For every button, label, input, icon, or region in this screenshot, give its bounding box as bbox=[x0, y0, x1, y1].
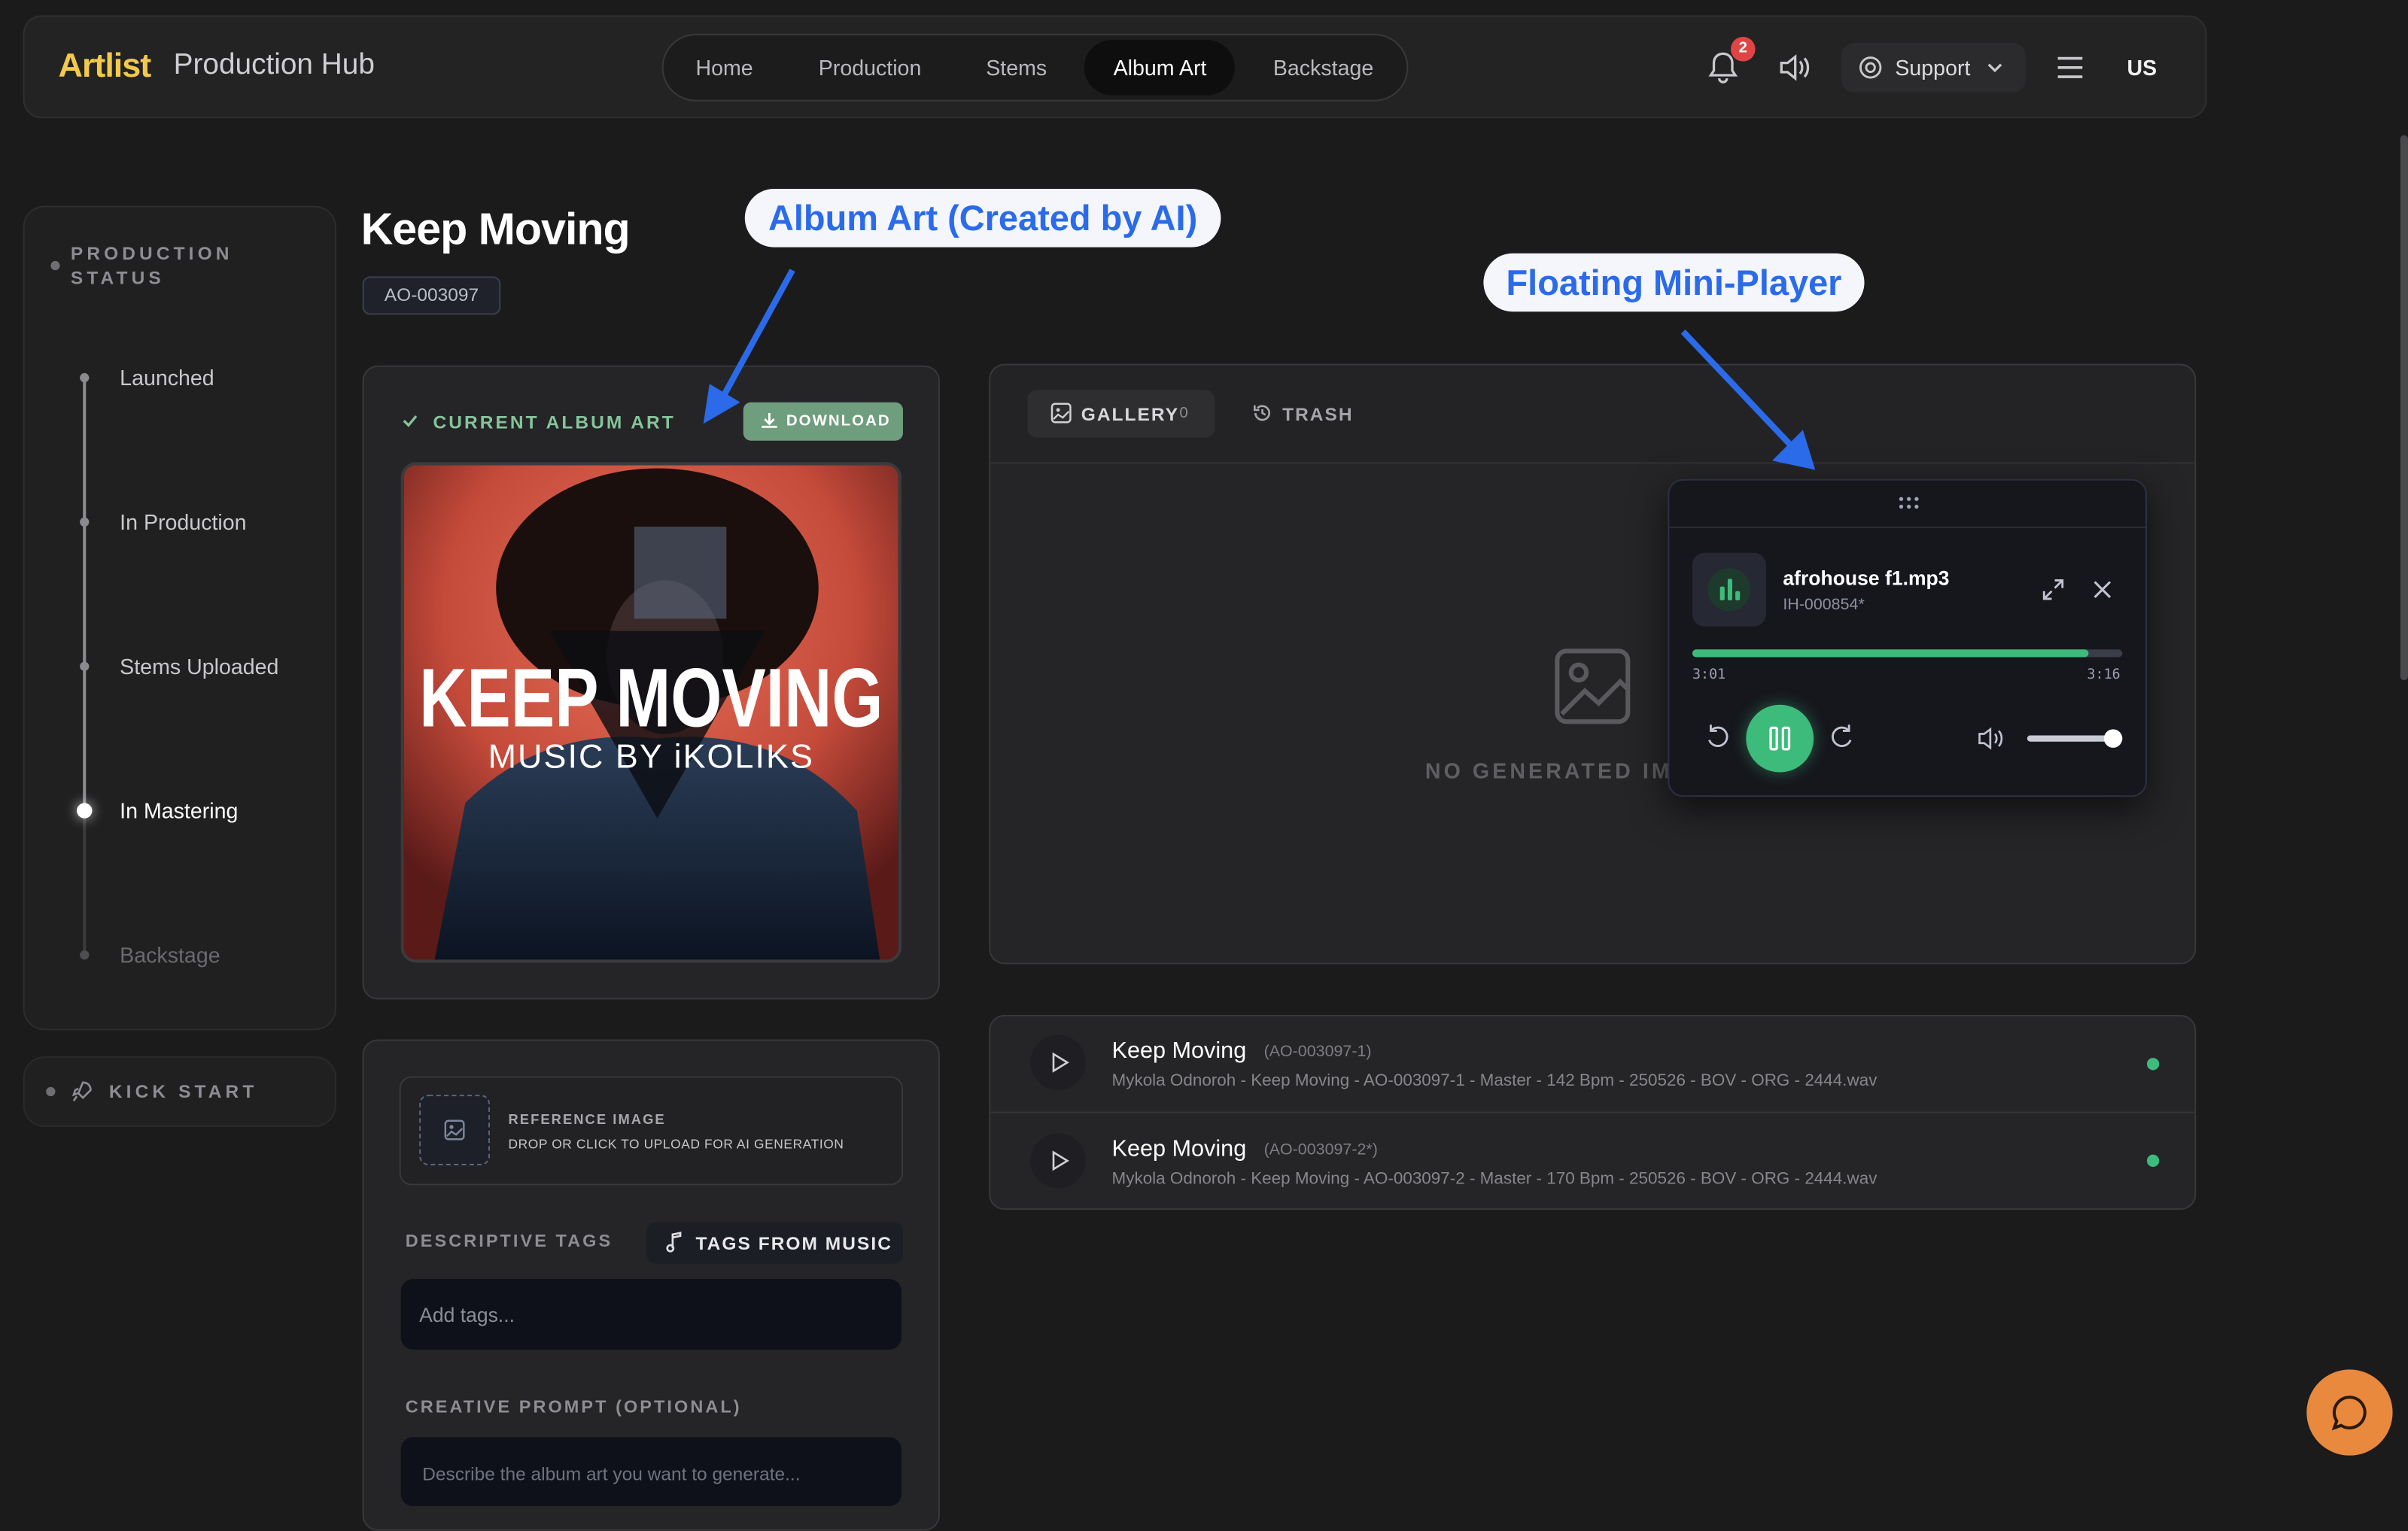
download-label: DOWNLOAD bbox=[786, 412, 891, 430]
step-in-production: In Production bbox=[120, 509, 247, 535]
image-upload-icon bbox=[444, 1119, 465, 1141]
track-file-name: Mykola Odnoroh - Keep Moving - AO-003097… bbox=[1111, 1170, 1877, 1189]
gallery-count: 0 bbox=[1179, 405, 1188, 423]
callout-mini-player: Floating Mini-Player bbox=[1483, 253, 1865, 312]
tab-gallery-label: GALLERY bbox=[1081, 403, 1180, 426]
step-stems-uploaded: Stems Uploaded bbox=[120, 654, 279, 679]
volume-fill bbox=[2026, 735, 2113, 742]
reference-image-hint: DROP OR CLICK TO UPLOAD FOR AI GENERATIO… bbox=[508, 1136, 844, 1152]
status-track-progress bbox=[83, 374, 87, 811]
player-track-code: IH-000854* bbox=[1783, 595, 1865, 615]
close-icon[interactable] bbox=[2093, 580, 2112, 598]
callout-arrow-icon bbox=[1680, 330, 1816, 470]
image-icon bbox=[1050, 402, 1072, 424]
track-code: (AO-003097-2*) bbox=[1263, 1141, 1378, 1159]
total-duration: 3:16 bbox=[2087, 667, 2121, 684]
chat-bubble-icon bbox=[2331, 1396, 2367, 1431]
support-label: Support bbox=[1895, 55, 1971, 80]
volume-knob[interactable] bbox=[2103, 729, 2122, 748]
drag-handle-icon[interactable] bbox=[1898, 496, 1920, 511]
expand-icon[interactable] bbox=[2042, 579, 2064, 600]
album-cover-artwork: KEEP MOVING MUSIC BY iKOLIKS bbox=[403, 465, 898, 960]
kick-bullet bbox=[46, 1086, 56, 1097]
creative-prompt-label: CREATIVE PROMPT (OPTIONAL) bbox=[405, 1399, 742, 1417]
music-note-icon bbox=[666, 1232, 682, 1253]
track-status-dot bbox=[2147, 1154, 2160, 1168]
album-art-image[interactable]: KEEP MOVING MUSIC BY iKOLIKS bbox=[400, 462, 901, 963]
progress-fill bbox=[1692, 649, 2088, 658]
cover-subtitle-text: MUSIC BY iKOLIKS bbox=[488, 737, 814, 775]
rewind-icon[interactable] bbox=[1704, 723, 1729, 751]
kick-start-label: KICK START bbox=[108, 1080, 258, 1103]
track-file-name: Mykola Odnoroh - Keep Moving - AO-003097… bbox=[1111, 1071, 1877, 1090]
production-status-panel bbox=[23, 205, 336, 1031]
empty-image-icon bbox=[1555, 649, 1631, 724]
lifebuoy-icon bbox=[1859, 56, 1882, 79]
callout-arrow-icon bbox=[703, 269, 795, 424]
nav-backstage[interactable]: Backstage bbox=[1273, 55, 1373, 80]
rocket-icon bbox=[71, 1081, 92, 1101]
reference-image-title: REFERENCE IMAGE bbox=[508, 1111, 666, 1127]
track-code: (AO-003097-1) bbox=[1263, 1042, 1372, 1062]
step-dot bbox=[80, 950, 90, 960]
nav-album-art[interactable]: Album Art bbox=[1114, 55, 1207, 80]
play-icon bbox=[1052, 1052, 1069, 1073]
callout-album-art: Album Art (Created by AI) bbox=[744, 189, 1221, 248]
notification-badge: 2 bbox=[1730, 36, 1756, 62]
step-dot bbox=[80, 517, 90, 527]
step-dot bbox=[80, 372, 90, 383]
step-current-dot bbox=[77, 803, 93, 819]
menu-icon[interactable] bbox=[2055, 53, 2086, 81]
track-title[interactable]: Keep Moving bbox=[1112, 1136, 1247, 1162]
pause-icon bbox=[1769, 726, 1791, 751]
cover-title-text: KEEP MOVING bbox=[419, 652, 883, 744]
history-icon bbox=[1254, 405, 1270, 421]
progress-track[interactable] bbox=[1692, 649, 2123, 658]
step-dot bbox=[80, 661, 90, 671]
page-title: Keep Moving bbox=[360, 205, 631, 255]
page-scrollbar[interactable] bbox=[2400, 135, 2408, 681]
status-title-line2: STATUS bbox=[70, 267, 165, 289]
tags-input-placeholder: Add tags... bbox=[419, 1303, 515, 1327]
tab-trash[interactable]: TRASH bbox=[1282, 404, 1354, 426]
track-divider bbox=[990, 1111, 2195, 1113]
speaker-icon[interactable] bbox=[1778, 52, 1812, 83]
track-title[interactable]: Keep Moving bbox=[1112, 1038, 1247, 1065]
chevron-down-icon bbox=[1987, 63, 2002, 73]
forward-icon[interactable] bbox=[1831, 723, 1856, 751]
step-backstage: Backstage bbox=[120, 943, 220, 968]
app-title: Production Hub bbox=[173, 49, 375, 82]
elapsed-time: 3:01 bbox=[1692, 667, 1726, 684]
creative-prompt-input[interactable]: Describe the album art you want to gener… bbox=[400, 1437, 901, 1507]
equalizer-icon bbox=[1707, 568, 1751, 612]
step-launched: Launched bbox=[120, 365, 214, 390]
tags-from-music-label: TAGS FROM MUSIC bbox=[695, 1232, 892, 1255]
artlist-logo[interactable]: Artlist bbox=[59, 46, 152, 86]
nav-home[interactable]: Home bbox=[695, 55, 752, 80]
play-icon bbox=[1052, 1150, 1069, 1171]
project-code-badge: AO-003097 bbox=[362, 276, 501, 315]
current-album-art-label: CURRENT ALBUM ART bbox=[433, 411, 676, 433]
track-status-dot bbox=[2147, 1058, 2160, 1071]
status-title-line1: PRODUCTION bbox=[70, 242, 233, 265]
step-in-mastering: In Mastering bbox=[120, 798, 239, 823]
region-selector[interactable]: US bbox=[2127, 55, 2157, 80]
volume-icon[interactable] bbox=[1978, 726, 2006, 751]
nav-stems[interactable]: Stems bbox=[986, 55, 1047, 80]
creative-prompt-placeholder: Describe the album art you want to gener… bbox=[422, 1463, 801, 1485]
nav-production[interactable]: Production bbox=[819, 55, 922, 80]
descriptive-tags-label: DESCRIPTIVE TAGS bbox=[405, 1232, 613, 1252]
volume-slider[interactable] bbox=[2026, 729, 2123, 748]
check-icon bbox=[403, 415, 418, 427]
player-file-name: afrohouse f1.mp3 bbox=[1783, 567, 1950, 590]
status-bullet bbox=[50, 260, 60, 271]
